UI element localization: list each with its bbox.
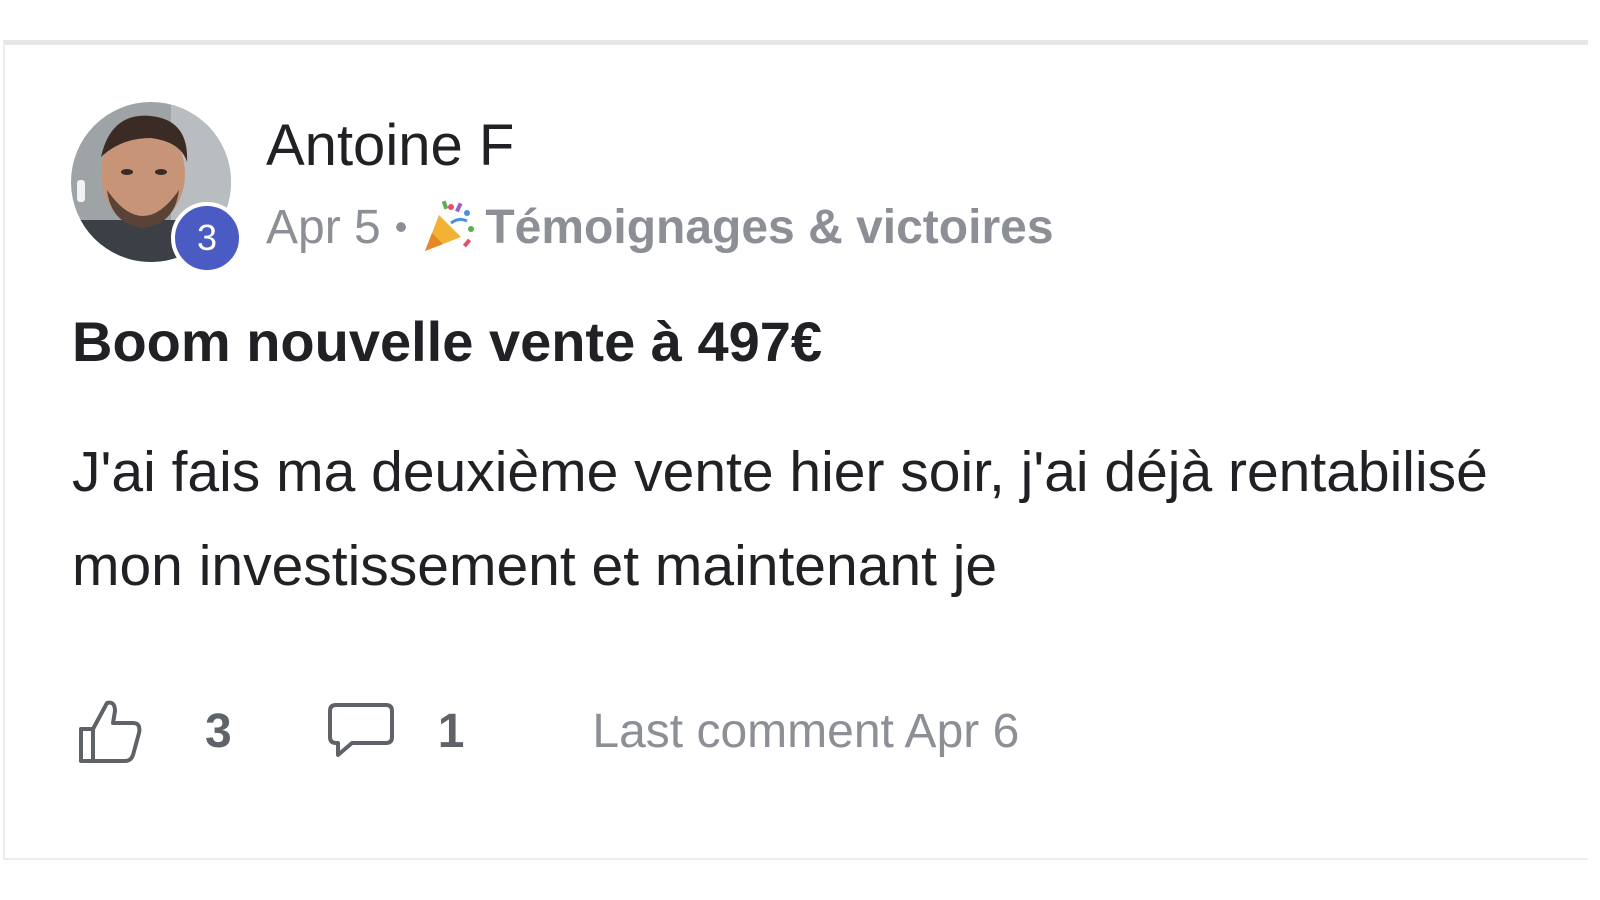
comment-icon[interactable] [324,695,396,767]
post-date[interactable]: Apr 5 [266,200,381,255]
level-badge: 3 [171,202,243,274]
thumbs-up-icon[interactable] [75,695,147,767]
post-meta: Apr 5 • Témoignages & victoires [266,197,1054,257]
post-body[interactable]: J'ai fais ma deuxième vente hier soir, j… [72,425,1512,613]
like-count: 3 [205,704,232,758]
comment-count: 1 [437,704,465,758]
screenshot-frame: 3 Antoine F Apr 5 • Témoignages & victoi… [0,0,1600,900]
category-link[interactable]: Témoignages & victoires [485,200,1053,255]
post-card[interactable]: 3 Antoine F Apr 5 • Témoignages & victoi… [3,40,1588,860]
meta-separator: • [394,206,408,247]
author-name[interactable]: Antoine F [266,111,546,181]
party-popper-icon [421,199,477,255]
post-footer: 3 1 Last comment Apr 6 [75,691,1019,771]
post-title[interactable]: Boom nouvelle vente à 497€ [72,307,822,377]
last-comment-timestamp[interactable]: Last comment Apr 6 [592,704,1019,759]
author-avatar[interactable]: 3 [71,102,243,274]
